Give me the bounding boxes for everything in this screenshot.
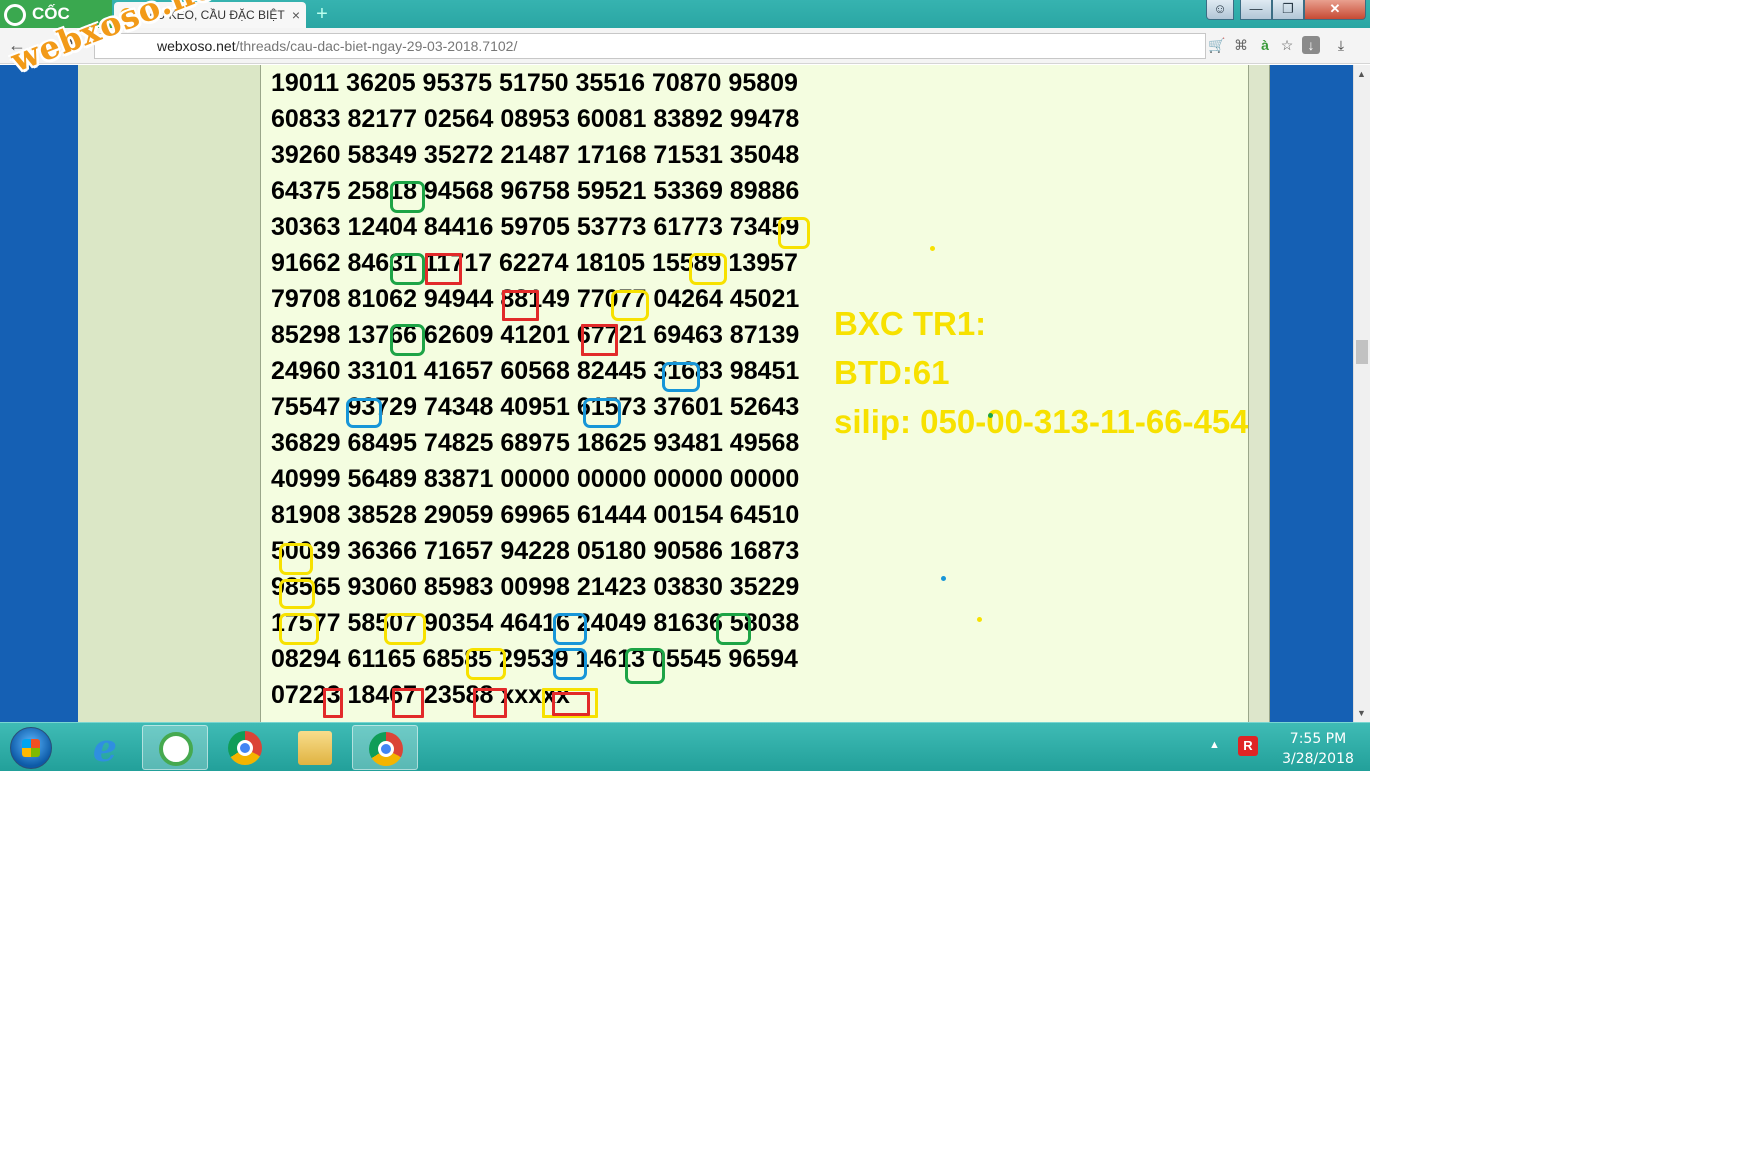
red-highlight-box [473,688,507,718]
clock-time: 7:55 PM [1289,731,1347,747]
red-highlight-box [581,324,618,356]
taskbar-app-chrome[interactable] [352,725,418,770]
number-row: 50039 36366 71657 94228 05180 90586 1687… [271,537,800,565]
minimize-button[interactable]: — [1240,0,1272,20]
note-line: BXC TR1: [834,305,987,342]
yellow-highlight-box [611,290,649,321]
yellow-highlight-box [279,613,319,645]
yellow-highlight-box [279,579,315,609]
number-row: 07223 18467 23588 xxxxx [271,681,570,709]
chrome-icon [369,732,403,766]
cart-icon[interactable]: 🛒 [1208,36,1226,54]
new-tab-button[interactable]: + [312,2,332,26]
tray-expand-icon[interactable]: ▲ [1209,739,1220,751]
file-explorer-icon [298,731,332,765]
red-highlight-box [323,688,343,718]
notes-text: BXC TR1: BTD:61 silip: 050-00-313-11-66-… [834,299,1254,446]
coccoc-icon [159,732,193,766]
yellow-highlight-box [778,217,810,249]
number-row: 40999 56489 83871 00000 00000 00000 0000… [271,465,800,493]
address-bar[interactable]: webxoso.net/threads/cau-dac-biet-ngay-29… [94,33,1206,59]
clock-date: 3/28/2018 [1282,751,1354,767]
yellow-highlight-box [466,648,506,680]
yellow-highlight-box [384,613,426,645]
url-host: webxoso.net [157,38,236,54]
taskbar-app-ie[interactable]: e [72,725,138,770]
star-icon[interactable]: ☆ [1278,36,1296,54]
yellow-highlight-box [279,543,313,575]
blue-highlight-box [553,648,587,680]
scroll-down-icon[interactable]: ▼ [1357,708,1366,718]
number-row: 98565 93060 85983 00998 21423 03830 3522… [271,573,800,601]
coccoc-logo-icon [4,4,26,26]
number-row: 30363 12404 84416 59705 53773 61773 7345… [271,213,800,241]
taskbar-app-coccoc[interactable] [142,725,208,770]
number-row: 36829 68495 74825 68975 18625 93481 4956… [271,429,800,457]
yellow-highlight-box [689,253,727,285]
number-row: 85298 13766 62609 41201 67721 69463 8713… [271,321,800,349]
red-highlight-box [552,692,590,716]
number-row: 60833 82177 02564 08953 60081 83892 9947… [271,105,800,133]
post-content: 19011 36205 95375 51750 35516 70870 9580… [260,65,1249,722]
green-highlight-box [625,648,665,684]
left-column [78,65,260,722]
number-row: 08294 61165 68585 29539 14613 05545 9659… [271,645,798,673]
close-window-button[interactable]: ✕ [1304,0,1366,20]
system-clock[interactable]: 7:55 PM 3/28/2018 [1268,729,1368,769]
taskbar-app-explorer[interactable] [282,725,348,770]
stray-dot [930,246,935,251]
green-highlight-box [390,181,425,213]
red-highlight-box [425,253,462,285]
taskbar: e ▲ R 7:55 PM 3/28/2018 [0,722,1370,771]
number-row: 39260 58349 35272 21487 17168 71531 3504… [271,141,800,169]
scroll-thumb[interactable] [1356,340,1368,364]
number-row: 24960 33101 41657 60568 82445 31683 9845… [271,357,800,385]
red-highlight-box [502,290,539,321]
number-row: 19011 36205 95375 51750 35516 70870 9580… [271,69,798,97]
browser-toolbar: ← → ↻ webxoso.net/threads/cau-dac-biet-n… [0,28,1370,64]
stray-dot [988,413,993,418]
url-path: /threads/cau-dac-biet-ngay-29-03-2018.71… [235,38,518,54]
green-highlight-box [716,613,751,645]
screen: CỐC CỐC xs CẦU KÉO, CẦU ĐẶC BIỆT × + ☺ —… [0,0,1370,771]
right-border-column [1248,65,1270,722]
page-viewport: 19011 36205 95375 51750 35516 70870 9580… [0,65,1354,722]
windows-flag-icon [22,739,40,757]
number-row: 64375 25818 94568 96758 59521 53369 8988… [271,177,800,205]
download-icon[interactable]: ⤓ [1332,36,1350,54]
tray-app-icon[interactable]: R [1238,736,1258,756]
windows-start-icon[interactable] [10,727,52,769]
translate-icon[interactable]: ⌘ [1232,36,1250,54]
blue-highlight-box [583,398,621,428]
green-highlight-box [390,324,425,356]
number-row: 81908 38528 29059 69965 61444 00154 6451… [271,501,800,529]
user-profile-button[interactable]: ☺ [1206,0,1234,20]
red-highlight-box [392,688,424,718]
stray-dot [977,617,982,622]
blue-highlight-box [662,362,700,392]
maximize-button[interactable]: ❐ [1272,0,1304,20]
blue-highlight-box [346,398,382,428]
note-line: silip: 050-00-313-11-66-454 [834,403,1249,440]
green-highlight-box [390,253,425,285]
download-page-icon[interactable]: ↓ [1302,36,1320,54]
stray-dot [941,576,946,581]
tab-close-icon[interactable]: × [292,2,300,28]
vertical-scrollbar[interactable]: ▲ ▼ [1353,65,1370,722]
internet-explorer-icon: e [92,725,118,770]
blue-highlight-box [553,613,587,645]
note-line: BTD:61 [834,354,950,391]
a-icon[interactable]: à [1256,36,1274,54]
chrome-icon [228,731,262,765]
scroll-up-icon[interactable]: ▲ [1357,69,1366,79]
taskbar-app-chrome[interactable] [212,725,278,770]
